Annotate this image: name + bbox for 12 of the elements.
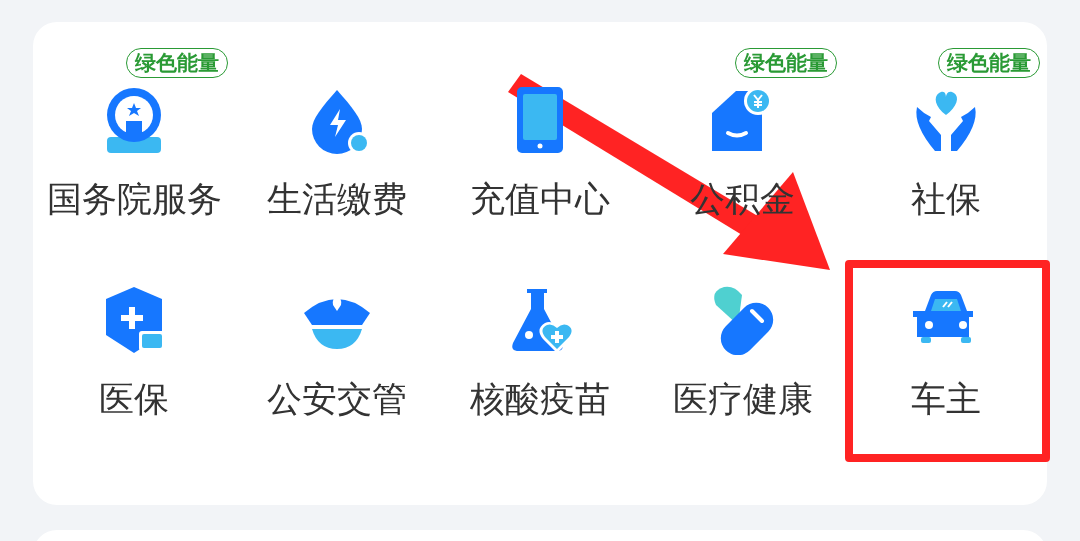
service-label[interactable]: 医疗健康 <box>672 377 813 421</box>
service-label[interactable]: 医保 <box>99 377 170 421</box>
service-label[interactable]: 核酸疫苗 <box>470 377 610 421</box>
service-label[interactable]: 国务院服务 <box>46 177 222 221</box>
energy-tag: 绿色能量 <box>126 48 229 78</box>
energy-tag: 绿色能量 <box>734 48 837 78</box>
service-label[interactable]: 生活缴费 <box>267 177 408 221</box>
service-label[interactable]: 公安交管 <box>267 377 408 421</box>
service-label[interactable]: 充值中心 <box>470 177 610 221</box>
service-label[interactable]: 社保 <box>910 177 981 221</box>
service-label[interactable]: 车主 <box>910 377 981 421</box>
energy-tag: 绿色能量 <box>937 48 1040 78</box>
